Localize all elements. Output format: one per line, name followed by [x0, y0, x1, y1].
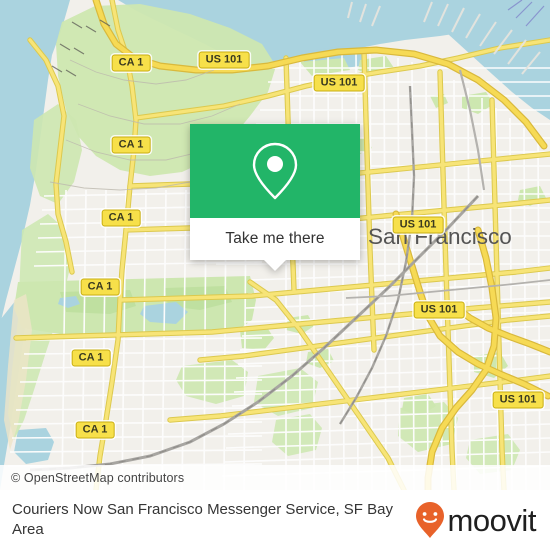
- popup-tail-pointer: [264, 260, 286, 271]
- attribution-text: © OpenStreetMap contributors: [11, 470, 185, 485]
- popup-image-area: [190, 124, 360, 218]
- map-city-label: San Francisco: [368, 224, 512, 249]
- moovit-pin-smiley-icon: [416, 502, 445, 538]
- place-title: Couriers Now San Francisco Messenger Ser…: [12, 501, 393, 538]
- take-me-there-label: Take me there: [225, 230, 325, 247]
- popup-action-area[interactable]: Take me there: [190, 218, 360, 260]
- bottom-bar: Couriers Now San Francisco Messenger Ser…: [0, 490, 550, 550]
- map-screenshot-root: San Francisco CA 1 US 101 US 101 CA 1 CA 1 US…: [0, 0, 550, 550]
- moovit-wordmark: moovit: [447, 502, 536, 538]
- moovit-brand[interactable]: moovit: [415, 501, 536, 539]
- map-popup-card[interactable]: Take me there: [190, 124, 360, 271]
- map-attribution[interactable]: © OpenStreetMap contributors: [0, 465, 550, 490]
- map-pin-icon: [252, 142, 298, 200]
